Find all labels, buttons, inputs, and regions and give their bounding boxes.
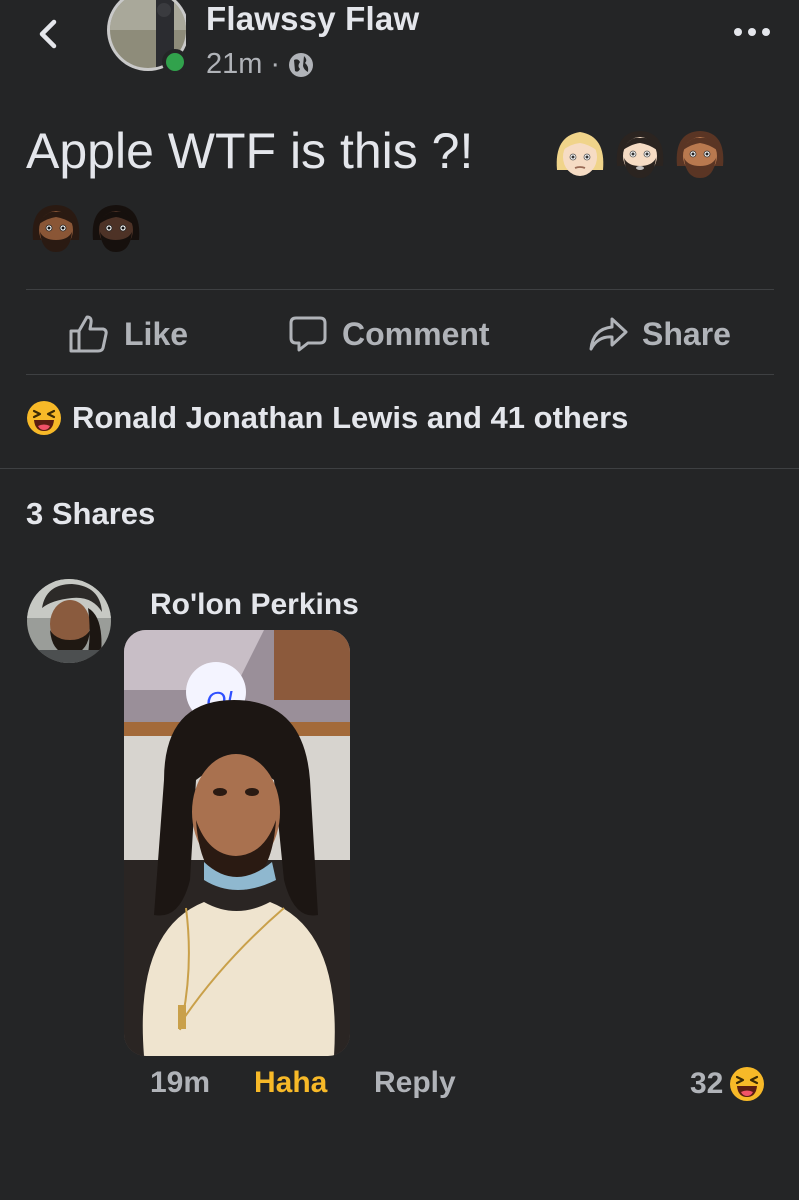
post-emojis-row-2 <box>28 200 144 256</box>
man-beard-medium-emoji <box>676 131 724 178</box>
share-button[interactable]: Share <box>588 306 731 362</box>
man-beard-dark-emoji <box>92 205 140 252</box>
post-time: 21m <box>206 48 263 80</box>
haha-emoji-icon <box>27 401 61 435</box>
divider-actions <box>26 374 774 375</box>
man-beard-medium-dark-emoji <box>32 205 80 252</box>
man-beard-light-emoji <box>616 131 664 178</box>
thumbs-up-icon <box>69 315 108 353</box>
comment-button[interactable]: Comment <box>288 306 490 362</box>
more-options-icon[interactable] <box>732 22 772 42</box>
post-emojis-row-1 <box>552 126 728 182</box>
comment-time: 19m <box>150 1066 211 1099</box>
author-avatar[interactable] <box>104 0 186 74</box>
meta-separator: · <box>270 48 281 80</box>
commenter-avatar[interactable] <box>26 578 112 664</box>
haha-emoji-icon <box>730 1067 765 1101</box>
post-meta: 21m · <box>206 48 314 81</box>
reactions-label: Ronald Jonathan Lewis and 41 others <box>72 400 629 435</box>
like-button[interactable]: Like <box>68 306 188 362</box>
globe-icon <box>289 52 314 77</box>
woman-light-blonde-emoji <box>556 132 604 176</box>
post-text: Apple WTF is this ?! <box>26 123 474 179</box>
share-arrow-icon <box>589 317 628 351</box>
comment-bubble-icon <box>289 316 327 352</box>
back-arrow-icon[interactable] <box>30 14 70 54</box>
divider-top <box>26 289 774 290</box>
commenter-name[interactable]: Ro'lon Perkins <box>150 588 359 622</box>
comment-photo[interactable]: Ol <box>124 630 350 1056</box>
comment-reaction-count-label: 32 <box>690 1067 724 1100</box>
like-label: Like <box>124 315 189 352</box>
divider-full <box>0 468 799 469</box>
post-author-name[interactable]: Flawssy Flaw <box>206 0 419 38</box>
reactions-summary[interactable]: Ronald Jonathan Lewis and 41 others <box>26 400 628 436</box>
comment-reaction-count[interactable]: 32 <box>690 1066 765 1102</box>
comment-haha-button[interactable]: Haha <box>254 1066 327 1100</box>
share-label: Share <box>642 315 731 352</box>
comment-label: Comment <box>342 315 490 352</box>
comment-reply-button[interactable]: Reply <box>374 1066 456 1100</box>
shares-count[interactable]: 3 Shares <box>26 496 155 532</box>
